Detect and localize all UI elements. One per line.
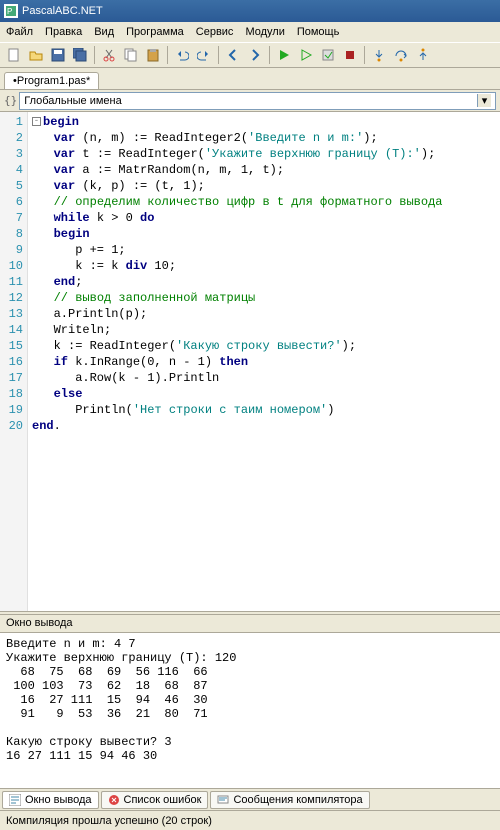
menu-view[interactable]: Вид [94, 26, 114, 38]
tab-errors[interactable]: Список ошибок [101, 791, 209, 809]
run-icon[interactable] [274, 45, 294, 65]
output-panel-header: Окно вывода [0, 615, 500, 633]
tab-output[interactable]: Окно вывода [2, 791, 99, 809]
app-icon: P [4, 4, 18, 18]
nav-forward-icon[interactable] [245, 45, 265, 65]
messages-icon [217, 794, 229, 806]
code-area[interactable]: -begin var (n, m) := ReadInteger2('Введи… [28, 112, 500, 611]
tab-program1[interactable]: •Program1.pas* [4, 72, 99, 89]
chevron-down-icon: ▾ [477, 94, 491, 107]
scope-icon: {} [4, 94, 17, 107]
step-over-icon[interactable] [391, 45, 411, 65]
menu-file[interactable]: Файл [6, 26, 33, 38]
menu-help[interactable]: Помощь [297, 26, 340, 38]
fold-icon[interactable]: - [32, 117, 41, 126]
step-into-icon[interactable] [369, 45, 389, 65]
scope-dropdown[interactable]: Глобальные имена ▾ [19, 92, 496, 110]
toolbar [0, 42, 500, 68]
status-text: Компиляция прошла успешно (20 строк) [6, 815, 212, 827]
stop-icon[interactable] [340, 45, 360, 65]
menu-modules[interactable]: Модули [245, 26, 284, 38]
code-editor: 1234567891011121314151617181920 -begin v… [0, 112, 500, 611]
output-panel[interactable]: Введите n и m: 4 7 Укажите верхнюю грани… [0, 633, 500, 788]
menubar: Файл Правка Вид Программа Сервис Модули … [0, 22, 500, 42]
step-out-icon[interactable] [413, 45, 433, 65]
menu-edit[interactable]: Правка [45, 26, 82, 38]
statusbar: Компиляция прошла успешно (20 строк) [0, 810, 500, 830]
save-icon[interactable] [48, 45, 68, 65]
copy-icon[interactable] [121, 45, 141, 65]
open-file-icon[interactable] [26, 45, 46, 65]
scope-label: Глобальные имена [24, 95, 122, 107]
cut-icon[interactable] [99, 45, 119, 65]
scope-bar: {} Глобальные имена ▾ [0, 90, 500, 112]
output-icon [9, 794, 21, 806]
errors-icon [108, 794, 120, 806]
menu-service[interactable]: Сервис [196, 26, 234, 38]
menu-program[interactable]: Программа [126, 26, 184, 38]
line-gutter: 1234567891011121314151617181920 [0, 112, 28, 611]
bottom-tabs: Окно вывода Список ошибок Сообщения комп… [0, 788, 500, 810]
svg-text:P: P [7, 7, 12, 16]
new-file-icon[interactable] [4, 45, 24, 65]
nav-back-icon[interactable] [223, 45, 243, 65]
paste-icon[interactable] [143, 45, 163, 65]
redo-icon[interactable] [194, 45, 214, 65]
document-tabbar: •Program1.pas* [0, 68, 500, 90]
undo-icon[interactable] [172, 45, 192, 65]
app-title: PascalABC.NET [22, 5, 103, 17]
save-all-icon[interactable] [70, 45, 90, 65]
titlebar: P PascalABC.NET [0, 0, 500, 22]
compile-icon[interactable] [318, 45, 338, 65]
tab-compiler-messages[interactable]: Сообщения компилятора [210, 791, 369, 809]
run-no-debug-icon[interactable] [296, 45, 316, 65]
